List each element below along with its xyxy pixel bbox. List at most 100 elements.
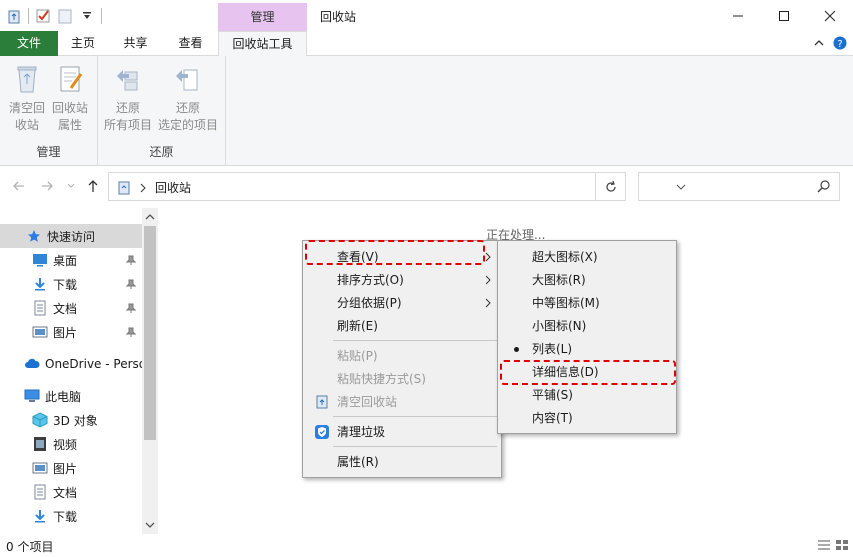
recycle-bin-icon[interactable] — [6, 8, 22, 24]
view-submenu: 超大图标(X) 大图标(R) 中等图标(M) 小图标(N) 列表(L) 详细信息… — [497, 240, 677, 434]
submenu-item-medium-icons[interactable]: 中等图标(M) — [500, 292, 674, 314]
highlight-details-item — [500, 360, 676, 385]
restore-all-button[interactable]: 还原 所有项目 — [102, 64, 154, 134]
menu-separator — [333, 446, 497, 447]
bin-props-label-line2: 属性 — [57, 118, 82, 132]
quick-access-toolbar — [6, 6, 102, 26]
document-icon — [32, 300, 48, 316]
recycle-bin-icon — [316, 395, 328, 409]
recent-locations-chevron-icon[interactable] — [66, 179, 76, 193]
menu-item-paste[interactable]: 粘贴(P) — [305, 345, 499, 367]
nav-quick-access[interactable]: 快速访问 — [0, 224, 142, 248]
nav-videos[interactable]: 视频 — [0, 432, 142, 456]
search-icon — [817, 180, 830, 193]
pin-icon — [126, 255, 136, 265]
window-title: 回收站 — [320, 10, 357, 24]
recycle-bin-properties-button[interactable]: 回收站 属性 — [48, 64, 92, 134]
tab-view[interactable]: 查看 — [163, 31, 218, 56]
picture-icon — [32, 324, 48, 340]
menu-item-paste-shortcut[interactable]: 粘贴快捷方式(S) — [305, 368, 499, 390]
empty-bin-icon — [17, 66, 37, 93]
menu-item-clean-junk[interactable]: 清理垃圾 — [305, 421, 499, 443]
properties-check-icon[interactable] — [35, 8, 51, 24]
menu-item-group-by[interactable]: 分组依据(P) — [305, 292, 499, 314]
submenu-item-list[interactable]: 列表(L) — [500, 338, 674, 360]
toolbar-separator — [101, 8, 102, 24]
star-icon — [26, 228, 42, 244]
item-count: 0 个项目 — [6, 540, 54, 554]
scrollbar-thumb[interactable] — [144, 226, 156, 440]
maximize-button[interactable] — [761, 0, 807, 31]
address-location[interactable]: 回收站 — [155, 179, 191, 196]
ribbon: 清空回 收站 回收站 属性 管理 还原 所有项目 还原 选定的项目 还原 — [0, 56, 853, 166]
menu-item-refresh[interactable]: 刷新(E) — [305, 315, 499, 337]
help-icon[interactable]: ? — [833, 36, 847, 50]
breadcrumb-chevron-icon[interactable] — [139, 183, 147, 193]
submenu-item-small-icons[interactable]: 小图标(N) — [500, 315, 674, 337]
minimize-button[interactable] — [715, 0, 761, 31]
properties-icon — [60, 66, 83, 92]
view-toggle — [817, 539, 849, 551]
empty-bin-label-line2: 收站 — [14, 118, 39, 132]
selected-bullet-icon — [514, 347, 519, 352]
menu-item-sort-by[interactable]: 排序方式(O) — [305, 269, 499, 291]
nav-pictures[interactable]: 图片 — [0, 320, 142, 344]
submenu-arrow-icon — [485, 275, 491, 285]
status-bar: 0 个项目 — [0, 534, 853, 557]
empty-recycle-bin-button[interactable]: 清空回 收站 — [6, 64, 48, 134]
nav-documents-pc[interactable]: 文档 — [0, 480, 142, 504]
pin-icon — [126, 327, 136, 337]
nav-3d-objects[interactable]: 3D 对象 — [0, 408, 142, 432]
nav-desktop[interactable]: 桌面 — [0, 248, 142, 272]
svg-text:?: ? — [837, 39, 842, 50]
search-box[interactable] — [638, 172, 840, 201]
menu-item-empty-bin[interactable]: 清空回收站 — [305, 391, 499, 413]
group-label-restore: 还原 — [149, 145, 174, 159]
nav-downloads[interactable]: 下载 — [0, 272, 142, 296]
qat-dropdown-icon[interactable] — [79, 8, 95, 24]
ribbon-group-restore: 还原 所有项目 还原 选定的项目 还原 — [98, 56, 226, 166]
cube-icon — [32, 412, 48, 428]
ribbon-group-manage: 清空回 收站 回收站 属性 管理 — [0, 56, 98, 166]
empty-bin-label-line1: 清空回 — [8, 101, 45, 115]
collapse-ribbon-icon[interactable] — [813, 37, 825, 49]
address-bar[interactable]: 回收站 — [108, 172, 686, 201]
tab-file[interactable]: 文件 — [0, 31, 58, 56]
manage-context-tab[interactable]: 管理 — [218, 3, 307, 31]
details-view-icon[interactable] — [817, 539, 831, 551]
nav-pictures-pc[interactable]: 图片 — [0, 456, 142, 480]
minimize-icon — [733, 15, 743, 16]
nav-this-pc[interactable]: 此电脑 — [0, 384, 142, 408]
up-arrow-icon[interactable] — [86, 179, 100, 193]
nav-downloads-pc[interactable]: 下载 — [0, 504, 142, 528]
shield-icon — [315, 425, 329, 439]
scroll-down-icon[interactable] — [145, 520, 155, 530]
tab-share[interactable]: 共享 — [108, 31, 163, 56]
scroll-up-icon[interactable] — [145, 212, 155, 222]
refresh-button[interactable] — [596, 172, 626, 201]
window-controls — [715, 0, 853, 31]
restore-selected-label-line2: 选定的项目 — [157, 118, 218, 132]
computer-icon — [24, 388, 40, 404]
submenu-arrow-icon — [485, 252, 491, 262]
menu-item-properties[interactable]: 属性(R) — [305, 451, 499, 473]
pin-icon — [126, 303, 136, 313]
new-folder-icon[interactable] — [57, 8, 73, 24]
forward-arrow-icon[interactable] — [40, 179, 54, 193]
back-arrow-icon[interactable] — [12, 179, 26, 193]
download-arrow-icon — [32, 508, 48, 524]
ribbon-tab-controls: ? — [813, 36, 847, 50]
nav-pane-scrollbar[interactable] — [142, 208, 158, 534]
nav-documents[interactable]: 文档 — [0, 296, 142, 320]
submenu-item-content[interactable]: 内容(T) — [500, 407, 674, 429]
tab-recycle-bin-tools[interactable]: 回收站工具 — [218, 31, 307, 57]
submenu-item-tiles[interactable]: 平铺(S) — [500, 384, 674, 406]
close-button[interactable] — [807, 0, 853, 31]
nav-onedrive[interactable]: OneDrive - Perso — [0, 352, 142, 376]
submenu-item-extra-large-icons[interactable]: 超大图标(X) — [500, 246, 674, 268]
video-icon — [32, 436, 48, 452]
submenu-item-large-icons[interactable]: 大图标(R) — [500, 269, 674, 291]
tab-home[interactable]: 主页 — [58, 31, 108, 56]
restore-selected-button[interactable]: 还原 选定的项目 — [156, 64, 220, 134]
large-icons-view-icon[interactable] — [835, 539, 849, 551]
